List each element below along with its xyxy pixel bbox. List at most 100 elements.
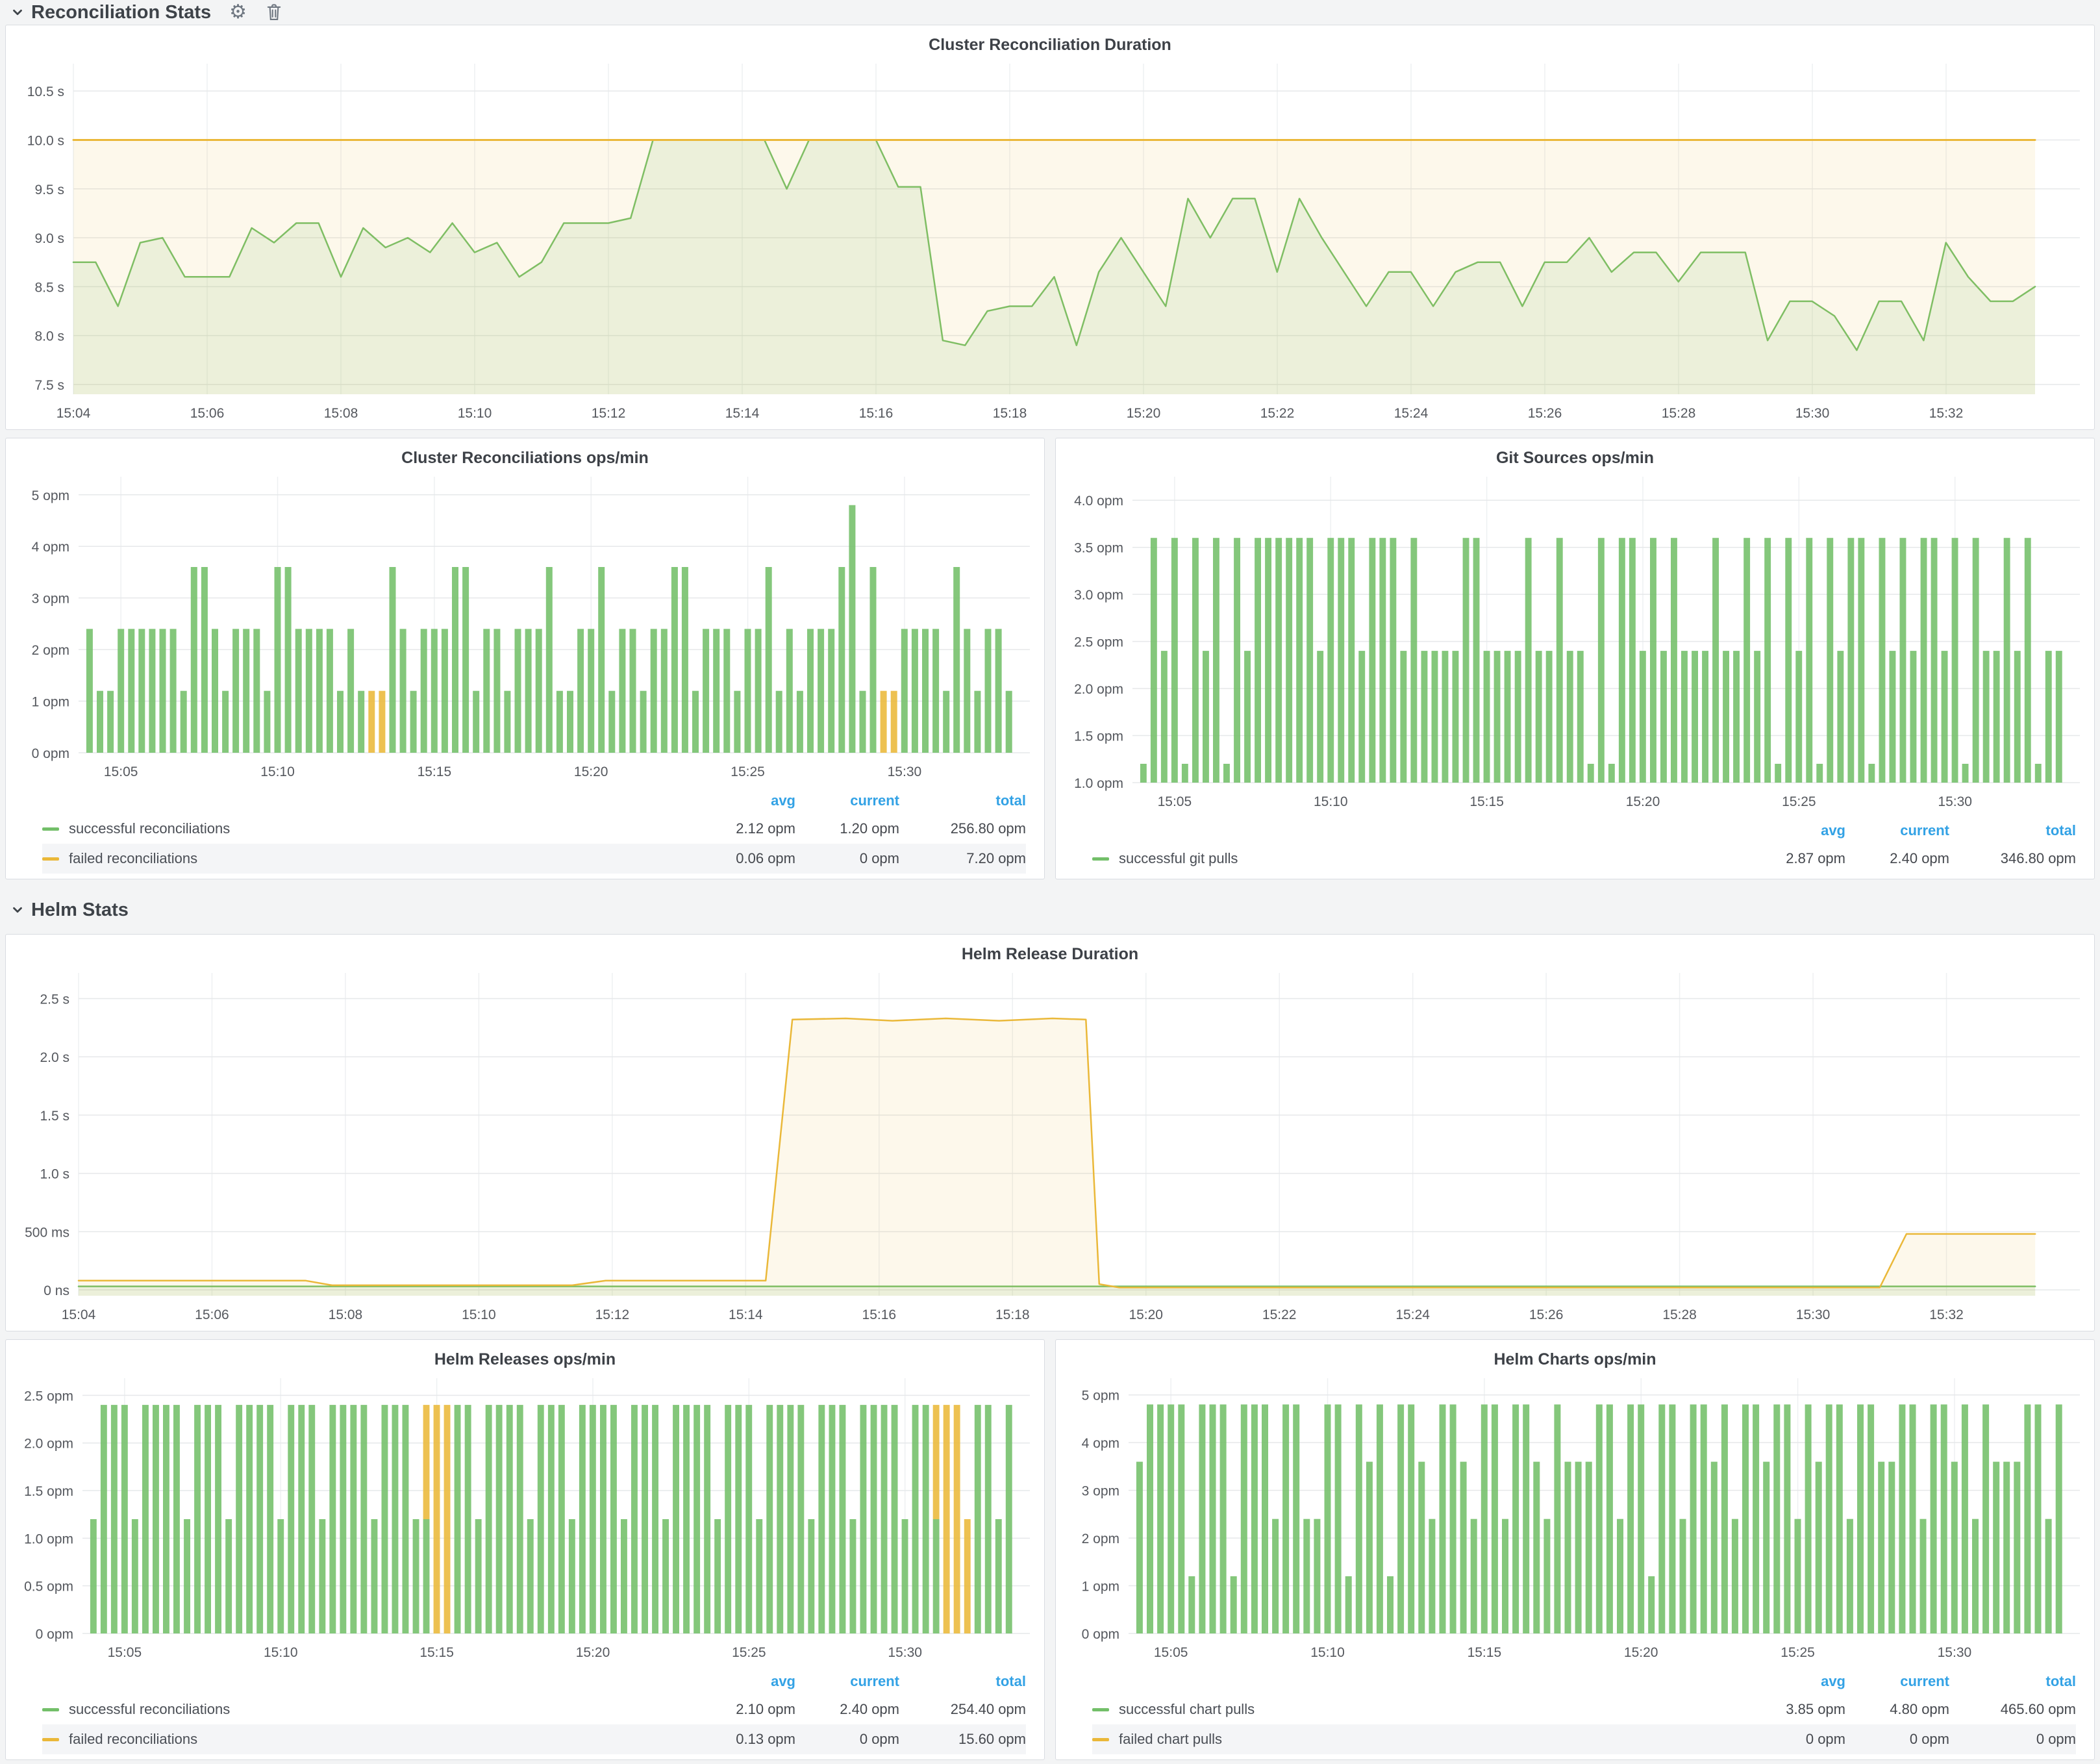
legend-col-avg[interactable]: avg [1732,1673,1845,1690]
svg-text:15:10: 15:10 [1310,1645,1345,1660]
svg-text:15:10: 15:10 [260,764,295,779]
chevron-down-icon[interactable] [10,5,25,19]
series-color-dash [42,1708,59,1711]
helm-release-duration-chart[interactable]: 15:0415:0615:0815:1015:1215:1415:1615:18… [6,965,2094,1331]
svg-text:9.0 s: 9.0 s [34,231,64,246]
gear-icon[interactable]: ⚙ [229,3,247,22]
series-color-dash [42,1738,59,1741]
svg-text:0 opm: 0 opm [1082,1627,1119,1642]
svg-text:15:30: 15:30 [888,764,922,779]
panel-title[interactable]: Cluster Reconciliations ops/min [6,438,1044,469]
svg-text:15:25: 15:25 [1781,1645,1815,1660]
cluster-reconciliation-duration-chart[interactable]: 15:0415:0615:0815:1015:1215:1415:1615:18… [6,56,2094,429]
svg-text:15:25: 15:25 [1782,794,1816,809]
svg-text:15:06: 15:06 [195,1307,229,1322]
legend-total-value: 465.60 opm [1949,1701,2076,1718]
cluster-reconciliations-chart[interactable]: 15:0515:1015:1515:2015:2515:300 opm1 opm… [6,469,1044,788]
legend-col-total[interactable]: total [899,792,1026,809]
legend-avg-value: 0.13 opm [682,1731,795,1748]
svg-text:2.5 s: 2.5 s [40,992,69,1007]
svg-text:15:30: 15:30 [1795,406,1830,421]
legend-col-total[interactable]: total [899,1673,1026,1690]
svg-text:15:32: 15:32 [1929,1307,1964,1322]
legend-row: failed reconciliations 0.06 opm 0 opm 7.… [42,844,1026,874]
series-color-dash [42,857,59,861]
svg-text:15:04: 15:04 [62,1307,96,1322]
svg-text:15:18: 15:18 [993,406,1027,421]
svg-text:15:12: 15:12 [595,1307,630,1322]
legend-col-current[interactable]: current [795,792,899,809]
svg-text:15:25: 15:25 [732,1645,766,1660]
legend-col-current[interactable]: current [1845,822,1949,839]
svg-text:15:24: 15:24 [1394,406,1429,421]
legend-col-avg[interactable]: avg [1732,822,1845,839]
legend-row: successful chart pulls 3.85 opm 4.80 opm… [1092,1695,2076,1724]
svg-text:15:32: 15:32 [1929,406,1964,421]
svg-text:2.0 s: 2.0 s [40,1050,69,1065]
section-title[interactable]: Helm Stats [31,900,129,921]
panel-title[interactable]: Helm Releases ops/min [6,1340,1044,1370]
svg-text:8.5 s: 8.5 s [34,280,64,295]
series-color-dash [1092,857,1109,861]
svg-text:15:04: 15:04 [56,406,91,421]
panel-title[interactable]: Helm Charts ops/min [1056,1340,2094,1370]
svg-text:4.0 opm: 4.0 opm [1074,494,1123,509]
legend-row: successful reconciliations 2.12 opm 1.20… [42,814,1026,844]
legend-series-label[interactable]: successful reconciliations [69,820,230,837]
trash-icon[interactable] [265,3,283,22]
svg-text:3 opm: 3 opm [32,592,69,607]
svg-text:1 opm: 1 opm [1082,1580,1119,1594]
chevron-down-icon[interactable] [10,903,25,917]
svg-text:1.0 opm: 1.0 opm [24,1531,73,1546]
svg-text:15:15: 15:15 [1469,794,1504,809]
helm-releases-chart[interactable]: 15:0515:1015:1515:2015:2515:300 opm0.5 o… [6,1370,1044,1669]
legend-series-label[interactable]: successful git pulls [1119,850,1238,867]
legend-series-label[interactable]: successful chart pulls [1119,1701,1255,1718]
svg-text:15:22: 15:22 [1262,1307,1297,1322]
legend-series-label[interactable]: failed chart pulls [1119,1731,1222,1748]
svg-text:15:05: 15:05 [1158,794,1192,809]
legend-col-current[interactable]: current [795,1673,899,1690]
svg-text:0.5 opm: 0.5 opm [24,1580,73,1594]
helm-charts-chart[interactable]: 15:0515:1015:1515:2015:2515:300 opm1 opm… [1056,1370,2094,1669]
panel-title[interactable]: Cluster Reconciliation Duration [6,25,2094,56]
legend-col-total[interactable]: total [1949,1673,2076,1690]
panel-git-sources-opm: Git Sources ops/min 15:0515:1015:1515:20… [1055,438,2095,879]
legend-total-value: 7.20 opm [899,850,1026,867]
svg-text:15:20: 15:20 [576,1645,610,1660]
svg-text:15:30: 15:30 [1796,1307,1831,1322]
panel-title[interactable]: Helm Release Duration [6,935,2094,965]
series-color-dash [1092,1708,1109,1711]
svg-text:10.5 s: 10.5 s [27,84,64,99]
svg-text:1.0 s: 1.0 s [40,1167,69,1182]
section-title[interactable]: Reconciliation Stats [31,2,211,23]
svg-text:15:10: 15:10 [458,406,492,421]
panel-title[interactable]: Git Sources ops/min [1056,438,2094,469]
svg-text:0 opm: 0 opm [32,746,69,761]
svg-text:15:15: 15:15 [418,764,452,779]
series-color-dash [1092,1738,1109,1741]
svg-text:2.0 opm: 2.0 opm [24,1437,73,1452]
legend-series-label[interactable]: failed reconciliations [69,1731,197,1748]
legend-col-avg[interactable]: avg [682,1673,795,1690]
legend-col-total[interactable]: total [1949,822,2076,839]
legend-avg-value: 2.10 opm [682,1701,795,1718]
legend-col-avg[interactable]: avg [682,792,795,809]
legend-avg-value: 3.85 opm [1732,1701,1845,1718]
svg-text:3 opm: 3 opm [1082,1484,1119,1499]
svg-text:0 ns: 0 ns [44,1283,69,1298]
svg-text:5 opm: 5 opm [1082,1389,1119,1404]
svg-text:500 ms: 500 ms [25,1225,69,1240]
legend-row: failed chart pulls 0 opm 0 opm 0 opm [1092,1724,2076,1754]
legend-current-value: 0 opm [795,1731,899,1748]
legend-col-current[interactable]: current [1845,1673,1949,1690]
legend-series-label[interactable]: failed reconciliations [69,850,197,867]
git-sources-chart[interactable]: 15:0515:1015:1515:2015:2515:301.0 opm1.5… [1056,469,2094,818]
svg-text:2 opm: 2 opm [32,643,69,658]
svg-text:7.5 s: 7.5 s [34,378,64,393]
svg-text:1.0 opm: 1.0 opm [1074,776,1123,791]
svg-text:15:16: 15:16 [859,406,894,421]
svg-text:1 opm: 1 opm [32,695,69,710]
svg-text:15:20: 15:20 [1624,1645,1658,1660]
legend-series-label[interactable]: successful reconciliations [69,1701,230,1718]
